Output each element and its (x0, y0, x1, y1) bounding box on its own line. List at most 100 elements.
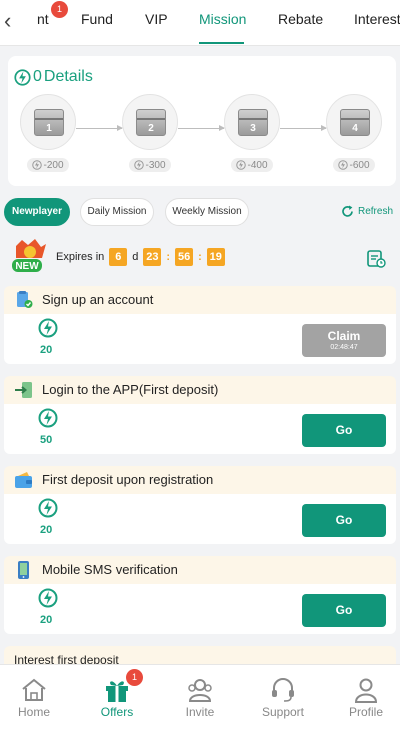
tab-mission[interactable]: Mission (199, 11, 246, 27)
mission-card: Mobile SMS verification 20 Go (4, 556, 396, 634)
nav-home-label: Home (17, 705, 50, 719)
lightning-icon (338, 160, 349, 170)
mission-title: Mobile SMS verification (42, 562, 178, 577)
chest-reward: -200 (27, 158, 69, 172)
claim-timer: 02:48:47 (330, 344, 358, 351)
countdown-minutes: 56 (175, 248, 194, 266)
clipboard-check-icon (17, 291, 33, 308)
claim-button[interactable]: Claim 02:48:47 (302, 324, 386, 357)
lightning-icon (38, 408, 58, 428)
chest-reward: -300 (129, 158, 171, 172)
tab-rebate[interactable]: Rebate (278, 11, 323, 27)
mission-title: Login to the APP(First deposit) (42, 382, 219, 397)
new-badge-text: NEW (15, 261, 39, 272)
mission-title: Sign up an account (42, 292, 154, 307)
progress-arrow (76, 125, 123, 131)
bottom-navigation: Home Offers 1 Invite Support Profile (0, 664, 400, 735)
chest-icon: 4 (340, 109, 370, 136)
mission-body: 50 Go (4, 404, 396, 454)
countdown-hours: 23 (143, 248, 162, 266)
tab-nt[interactable]: nt (37, 11, 49, 27)
expires-label: Expires in (56, 251, 105, 263)
lightning-icon (38, 588, 58, 608)
mission-card: Sign up an account 20 Claim 02:48:47 (4, 286, 396, 364)
mission-points: 20 (40, 344, 53, 356)
nav-profile-label: Profile (348, 705, 383, 719)
calendar-record-icon[interactable] (366, 248, 386, 268)
countdown-separator: : (166, 251, 171, 263)
lightning-icon (134, 160, 145, 170)
chest-1[interactable]: 1 (20, 94, 76, 150)
progress-arrow (178, 125, 225, 131)
active-tab-indicator (199, 42, 244, 44)
nav-home[interactable]: Home (4, 677, 64, 719)
mission-header: First deposit upon registration (4, 466, 396, 494)
mission-header: Sign up an account (4, 286, 396, 314)
lightning-icon (14, 68, 31, 86)
chest-4[interactable]: 4 (326, 94, 382, 150)
mission-body: 20 Go (4, 494, 396, 544)
details-points: 0 (33, 68, 42, 85)
chest-reward: -400 (231, 158, 273, 172)
nav-support[interactable]: Support (253, 677, 313, 719)
progress-arrow (280, 125, 327, 131)
mission-body: 20 Go (4, 584, 396, 634)
lightning-icon (38, 318, 58, 338)
chest-3[interactable]: 3 (224, 94, 280, 150)
lightning-icon (38, 498, 58, 518)
details-label: Details (43, 68, 93, 85)
lightning-icon (236, 160, 247, 170)
offers-badge: 1 (126, 669, 143, 686)
refresh-icon (342, 205, 353, 217)
countdown-d-label: d (132, 251, 139, 263)
tab-notification-badge: 1 (51, 1, 68, 18)
chest-icon: 1 (34, 109, 64, 136)
nav-support-label: Support (261, 705, 305, 719)
top-tab-bar: ‹ nt 1 Fund VIP Mission Rebate Interest (0, 0, 400, 46)
phone-icon (18, 561, 29, 579)
new-badge-icon: NEW (12, 239, 46, 272)
mission-card: First deposit upon registration 20 Go (4, 466, 396, 544)
nav-profile[interactable]: Profile (336, 677, 396, 719)
tab-interest[interactable]: Interest (354, 11, 400, 27)
nav-invite-label: Invite (185, 705, 215, 719)
claim-label: Claim (327, 329, 361, 343)
mission-points: 50 (40, 434, 53, 446)
mission-points: 20 (40, 524, 53, 536)
home-icon (22, 678, 46, 701)
nav-offers-label: Offers (100, 705, 134, 719)
chest-reward: -600 (333, 158, 375, 172)
filter-weekly-mission[interactable]: Weekly Mission (165, 198, 249, 226)
expires-countdown: Expires in 6 d 23 : 56 : 19 (56, 248, 225, 266)
details-link[interactable]: 0 Details (14, 68, 93, 86)
mission-card: Login to the APP(First deposit) 50 Go (4, 376, 396, 454)
mission-header: Login to the APP(First deposit) (4, 376, 396, 404)
lightning-icon (32, 160, 43, 170)
mission-title: First deposit upon registration (42, 472, 214, 487)
countdown-separator: : (198, 251, 202, 263)
countdown-seconds: 19 (206, 248, 225, 266)
chevron-left-icon[interactable]: ‹ (4, 9, 18, 33)
filter-newplayer[interactable]: Newplayer (4, 198, 70, 226)
mission-body: 20 Claim 02:48:47 (4, 314, 396, 364)
go-button[interactable]: Go (302, 594, 386, 627)
details-card: 0 Details 1 2 3 4 -200 -300 -400 -600 (8, 56, 396, 186)
chest-icon: 3 (238, 109, 268, 136)
nav-invite[interactable]: Invite (170, 677, 230, 719)
login-icon (15, 382, 32, 398)
go-button[interactable]: Go (302, 414, 386, 447)
chest-icon: 2 (136, 109, 166, 136)
profile-icon (354, 678, 378, 703)
wallet-icon (15, 472, 32, 488)
refresh-button[interactable]: Refresh (340, 204, 393, 219)
filter-daily-mission[interactable]: Daily Mission (80, 198, 154, 226)
tab-vip[interactable]: VIP (145, 11, 168, 27)
tab-fund[interactable]: Fund (81, 11, 113, 27)
countdown-days: 6 (109, 248, 128, 266)
mission-header: Mobile SMS verification (4, 556, 396, 584)
refresh-label: Refresh (358, 206, 394, 217)
mission-points: 20 (40, 614, 53, 626)
chest-2[interactable]: 2 (122, 94, 178, 150)
invite-icon (188, 679, 212, 702)
go-button[interactable]: Go (302, 504, 386, 537)
